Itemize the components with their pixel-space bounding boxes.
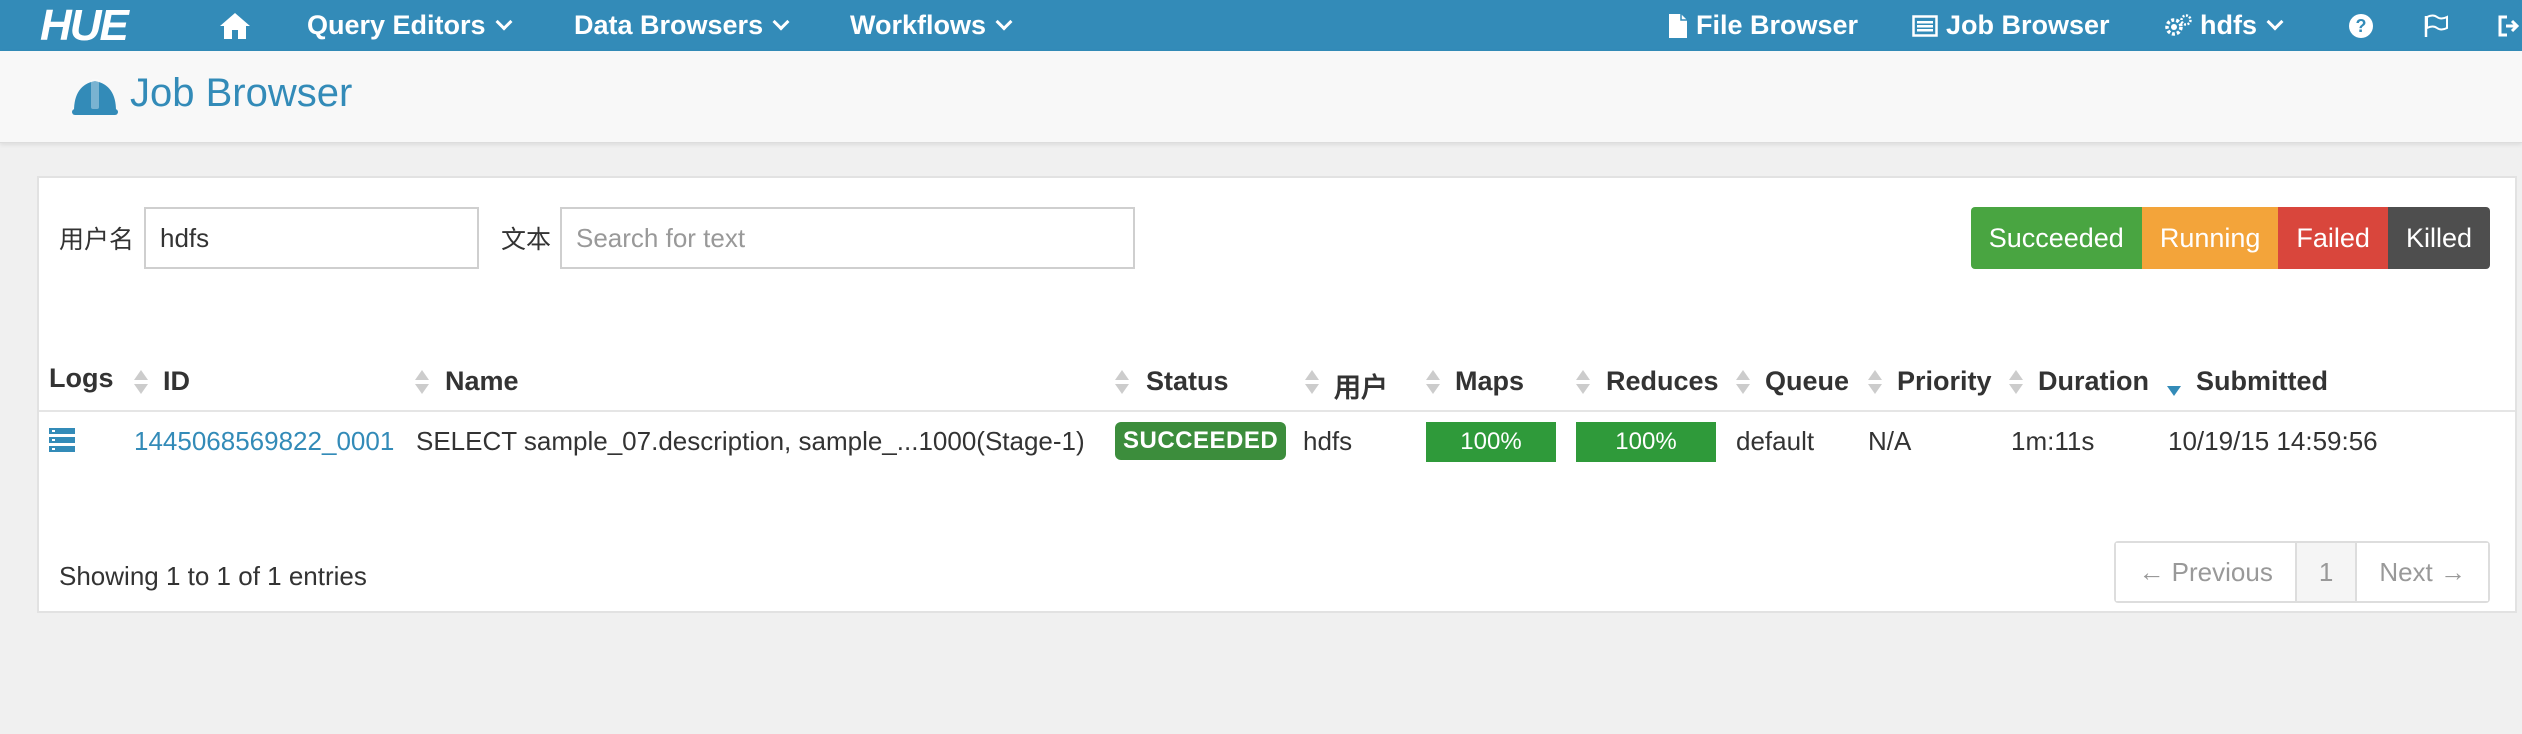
col-header-name[interactable]: Name bbox=[445, 366, 519, 397]
next-page-button[interactable]: Next → bbox=[2355, 543, 2488, 601]
list-icon bbox=[1912, 14, 1938, 37]
sort-desc-icon[interactable] bbox=[2167, 370, 2181, 398]
entries-info: Showing 1 to 1 of 1 entries bbox=[59, 561, 367, 591]
job-browser-link[interactable]: Job Browser bbox=[1912, 0, 2110, 51]
logs-icon[interactable] bbox=[49, 428, 75, 452]
sort-icon[interactable] bbox=[2009, 370, 2023, 398]
query-editors-label: Query Editors bbox=[307, 10, 486, 40]
job-priority: N/A bbox=[1868, 426, 1912, 456]
job-submitted: 10/19/15 14:59:56 bbox=[2168, 426, 2378, 456]
username-label: 用户名 bbox=[59, 226, 135, 254]
col-header-status[interactable]: Status bbox=[1146, 366, 1229, 397]
succeeded-filter-button[interactable]: Succeeded bbox=[1970, 207, 2142, 269]
job-id-link[interactable]: 1445068569822_0001 bbox=[134, 426, 394, 457]
workflows-menu[interactable]: Workflows bbox=[850, 0, 1013, 51]
killed-filter-button[interactable]: Killed bbox=[2387, 207, 2490, 269]
col-header-id[interactable]: ID bbox=[163, 366, 190, 397]
col-header-priority[interactable]: Priority bbox=[1897, 366, 1992, 397]
home-icon[interactable] bbox=[218, 0, 252, 51]
page-1-button[interactable]: 1 bbox=[2294, 543, 2356, 601]
data-browsers-label: Data Browsers bbox=[574, 10, 764, 40]
chevron-down-icon bbox=[495, 13, 513, 30]
page-header: Job Browser bbox=[0, 51, 2522, 143]
sort-icon[interactable] bbox=[1576, 370, 1590, 398]
sort-icon[interactable] bbox=[415, 370, 429, 398]
top-navbar: HUE Query Editors Data Browsers Workflow… bbox=[0, 0, 2522, 51]
sort-icon[interactable] bbox=[1115, 370, 1129, 398]
help-icon[interactable]: ? bbox=[2348, 0, 2374, 51]
sort-icon[interactable] bbox=[1736, 370, 1750, 398]
chevron-down-icon bbox=[2266, 13, 2284, 30]
svg-text:?: ? bbox=[2356, 16, 2367, 36]
flag-icon[interactable] bbox=[2423, 0, 2449, 51]
data-browsers-menu[interactable]: Data Browsers bbox=[574, 0, 790, 51]
username-input[interactable] bbox=[144, 207, 479, 269]
job-user: hdfs bbox=[1303, 426, 1353, 456]
logout-icon[interactable] bbox=[2498, 0, 2520, 51]
col-header-duration[interactable]: Duration bbox=[2038, 366, 2149, 397]
col-header-queue[interactable]: Queue bbox=[1765, 366, 1849, 397]
col-header-user[interactable]: 用户 bbox=[1334, 366, 1388, 405]
status-badge: SUCCEEDED bbox=[1115, 422, 1287, 460]
search-text-input[interactable] bbox=[560, 207, 1135, 269]
logo-text: HUE bbox=[40, 0, 129, 50]
previous-page-button[interactable]: ← Previous bbox=[2116, 543, 2295, 601]
gears-icon bbox=[2165, 13, 2192, 36]
maps-progress-label: 100% bbox=[1426, 422, 1556, 462]
status-filter-group: Succeeded Running Failed Killed bbox=[1970, 207, 2490, 269]
user-label: hdfs bbox=[2200, 10, 2257, 40]
hue-logo[interactable]: HUE bbox=[40, 0, 129, 51]
hard-hat-icon bbox=[72, 79, 118, 115]
chevron-down-icon bbox=[772, 13, 790, 30]
col-header-submitted[interactable]: Submitted bbox=[2196, 366, 2328, 397]
sort-icon[interactable] bbox=[1305, 370, 1319, 398]
job-browser-label: Job Browser bbox=[1946, 10, 2110, 40]
running-filter-button[interactable]: Running bbox=[2141, 207, 2279, 269]
col-header-maps[interactable]: Maps bbox=[1455, 366, 1524, 397]
job-duration: 1m:11s bbox=[2011, 426, 2095, 456]
sort-icon[interactable] bbox=[1868, 370, 1882, 398]
query-editors-menu[interactable]: Query Editors bbox=[307, 0, 513, 51]
job-name: SELECT sample_07.description, sample_...… bbox=[416, 426, 1085, 456]
text-label: 文本 bbox=[501, 226, 552, 254]
user-menu[interactable]: hdfs bbox=[2164, 0, 2284, 51]
job-queue: default bbox=[1736, 426, 1815, 456]
workflows-label: Workflows bbox=[850, 10, 987, 40]
sort-icon[interactable] bbox=[1426, 370, 1440, 398]
page-title: Job Browser bbox=[130, 71, 353, 115]
maps-progress-bar: 100% bbox=[1426, 422, 1556, 462]
file-icon bbox=[1669, 13, 1687, 38]
sort-icon[interactable] bbox=[134, 370, 148, 398]
pagination: ← Previous 1 Next → bbox=[2114, 541, 2490, 603]
file-browser-label: File Browser bbox=[1696, 10, 1859, 40]
reduces-progress-bar: 100% bbox=[1576, 422, 1716, 462]
chevron-down-icon bbox=[995, 13, 1013, 30]
job-list-card: 用户名 文本 Succeeded Running Failed Killed L… bbox=[37, 176, 2517, 613]
failed-filter-button[interactable]: Failed bbox=[2278, 207, 2388, 269]
col-header-logs: Logs bbox=[49, 363, 114, 393]
col-header-reduces[interactable]: Reduces bbox=[1606, 366, 1719, 397]
reduces-progress-label: 100% bbox=[1576, 422, 1716, 462]
file-browser-link[interactable]: File Browser bbox=[1668, 0, 1858, 51]
header-divider bbox=[39, 410, 2515, 412]
